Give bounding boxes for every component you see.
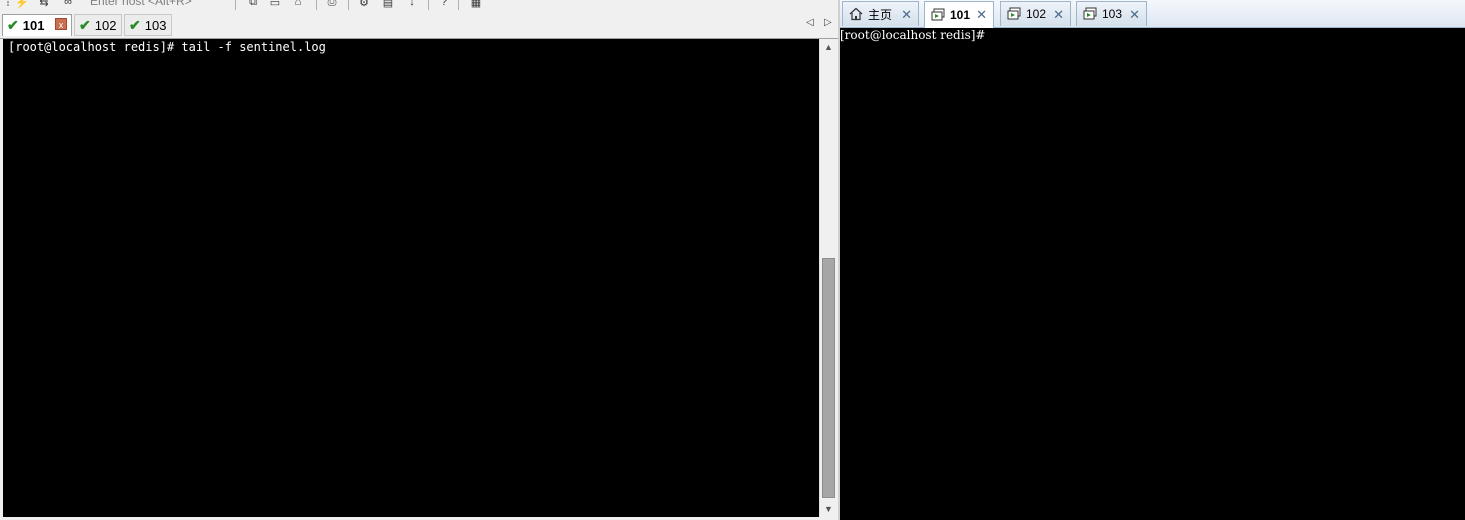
session-icon [931, 8, 945, 22]
scroll-up-icon[interactable]: ▲ [820, 39, 837, 55]
left-terminal-window: ⁝ ⚡ ⇆ ∞ Enter host <Alt+R> ⧉ ▭ ⌂ ⎙ ⚙ ▤ ↓… [0, 0, 838, 520]
close-tab-icon[interactable]: x [55, 18, 67, 30]
print-icon[interactable]: ⎙ [326, 0, 338, 8]
right-terminal-window: 主页 ✕ 101 ✕ 102 ✕ 103 ✕ [root@localhost r… [840, 0, 1465, 520]
terminal-area[interactable]: [root@localhost redis]# [840, 28, 1465, 520]
tab-103[interactable]: 103 ✕ [1076, 1, 1147, 26]
terminal-line: [root@localhost redis]# [840, 28, 986, 42]
scroll-down-icon[interactable]: ▼ [820, 501, 837, 517]
close-icon[interactable]: ✕ [1053, 7, 1064, 23]
help-icon[interactable]: ? [438, 0, 450, 8]
tab-scroll-left-icon[interactable]: ◁ [806, 17, 814, 28]
tab-scroll-right-icon[interactable]: ▷ [824, 17, 832, 28]
lightning-icon[interactable]: ⚡ [15, 0, 29, 9]
tab-103[interactable]: ✔ 103 [124, 14, 172, 36]
tab-102[interactable]: ✔ 102 [74, 14, 122, 36]
calendar-icon[interactable]: ▦ [470, 0, 482, 9]
check-icon: ✔ [7, 17, 19, 33]
toolbar: ⁝ ⚡ ⇆ ∞ Enter host <Alt+R> ⧉ ▭ ⌂ ⎙ ⚙ ▤ ↓… [0, 0, 838, 12]
toolbar-separator [316, 0, 317, 10]
session-tab-bar: 主页 ✕ 101 ✕ 102 ✕ 103 ✕ [840, 0, 1465, 28]
toolbar-separator [348, 0, 349, 10]
enter-host-field[interactable]: Enter host <Alt+R> [90, 0, 192, 8]
find-icon[interactable]: ⌂ [292, 0, 304, 8]
toolbar-separator [428, 0, 429, 10]
terminal-line: [root@localhost redis]# tail -f sentinel… [8, 40, 326, 54]
tab-label: 主页 [868, 7, 893, 22]
home-icon [849, 7, 863, 21]
tab-home[interactable]: 主页 ✕ [842, 1, 919, 26]
menu-dots-icon[interactable]: ⁝ [2, 0, 14, 9]
vertical-scrollbar[interactable]: ▲ ▼ [819, 39, 837, 517]
tab-label: 101 [950, 8, 971, 22]
keymap-icon[interactable]: ▤ [382, 0, 394, 9]
scrollbar-thumb[interactable] [822, 258, 835, 498]
tab-label: 103 [1102, 7, 1123, 21]
sftp-icon[interactable]: ↓ [406, 0, 418, 8]
tab-102[interactable]: 102 ✕ [1000, 1, 1071, 26]
close-icon[interactable]: ✕ [1129, 7, 1140, 23]
tab-label: 102 [1026, 7, 1047, 21]
check-icon: ✔ [129, 16, 141, 33]
close-icon[interactable]: ✕ [976, 7, 987, 23]
toolbar-separator [458, 0, 459, 10]
paste-icon[interactable]: ▭ [269, 0, 281, 9]
close-icon[interactable]: ✕ [901, 7, 912, 23]
copy-icon[interactable]: ⧉ [247, 0, 259, 8]
check-icon: ✔ [79, 16, 91, 33]
session-tab-bar: ✔ 101 x ✔ 102 ✔ 103 ◁ ▷ [0, 13, 838, 39]
session-icon [1007, 7, 1021, 21]
tab-label: 102 [94, 17, 117, 33]
tab-label: 101 [22, 18, 45, 33]
session-icon [1083, 7, 1097, 21]
tab-label: 103 [144, 17, 167, 33]
terminal-area[interactable]: [root@localhost redis]# tail -f sentinel… [3, 39, 819, 517]
gear-icon[interactable]: ⚙ [358, 0, 370, 9]
reconnect-icon[interactable]: ⇆ [38, 0, 50, 9]
link-icon[interactable]: ∞ [62, 0, 74, 8]
toolbar-separator [235, 0, 236, 10]
tab-101[interactable]: 101 ✕ [924, 1, 994, 28]
